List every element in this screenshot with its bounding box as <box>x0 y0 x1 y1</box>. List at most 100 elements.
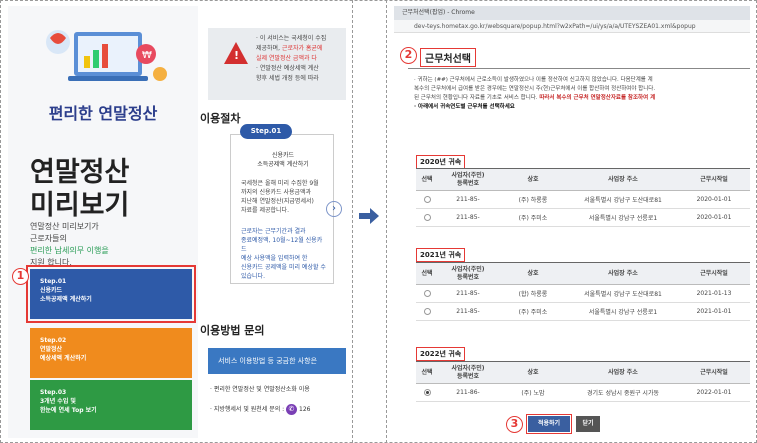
flow-arrow-icon <box>359 208 379 224</box>
step-label: 연말정산 <box>40 346 63 353</box>
col-select: 선택 <box>416 361 438 384</box>
cell-date: 2020-01-01 <box>678 190 750 209</box>
col-regno: 사업자(주민) 등록번호 <box>438 361 498 384</box>
popup-intro: · 귀하는 (##) 근무처에서 근로소득이 발생하였으나 이를 정산하여 신고… <box>414 76 750 112</box>
browser-url-bar[interactable]: dev-teys.hometax.go.kr/websquare/popup.h… <box>394 20 750 33</box>
radio-button[interactable] <box>423 214 431 221</box>
col-name: 상호 <box>498 262 568 285</box>
table-row[interactable]: 211-85- (합) 하롱롱 서울특별시 강남구 도산대로81 2021-01… <box>416 284 750 303</box>
highlight-box-step1 <box>26 265 196 323</box>
notice-line: · 연말정산 예상세액 계산 <box>256 65 319 72</box>
table-row[interactable]: 211-85- (주) 주미소 서울특별시 강남구 선릉로1 2021-01-0… <box>416 302 750 321</box>
workplace-table-2022: 선택 사업자(주민) 등록번호 상호 사업장 주소 근무시작일 211-86- (… <box>416 361 750 402</box>
warning-icon-mark: ! <box>234 49 240 62</box>
phone-icon: ✆ <box>286 404 298 415</box>
cell-date: 2021-01-01 <box>678 302 750 321</box>
card-line: 까지의 신용카드 사용금액과 <box>241 189 312 196</box>
chevron-right-icon[interactable]: › <box>326 201 342 217</box>
notice-line-red: 실제 연말정산 금액과 다 <box>256 55 317 62</box>
cs-item-label: · 지방행세서 및 원천세 문의 : <box>210 406 285 413</box>
cell-regno: 211-85- <box>438 284 498 303</box>
workplace-table-2021: 선택 사업자(주민) 등록번호 상호 사업장 주소 근무시작일 211-85- (… <box>416 262 750 321</box>
step-label: Step.03 <box>40 389 67 396</box>
intro-span: 된 근무처의 현황입니다 자료를 기초로 서비스 합니다. <box>414 95 538 101</box>
close-button[interactable]: 닫기 <box>576 416 600 432</box>
step2-tax-estimate-button[interactable]: Step.02 연말정산 예상세액 계산하기 <box>30 328 192 378</box>
cell-radio[interactable] <box>416 190 438 209</box>
cell-address: 서울특별시 강남구 선릉로1 <box>568 208 678 227</box>
browser-title-bar: 근무처선택(팝업) - Chrome <box>394 6 750 20</box>
cell-regno: 211-85- <box>438 190 498 209</box>
callout-badge-1: 1 <box>12 268 29 285</box>
table-row[interactable]: 211-85- (주) 주미소 서울특별시 강남구 선릉로1 2020-01-0… <box>416 208 750 227</box>
card-paragraph-2: 근로자는 근무기간과 결과 종료예정액, 10월~12월 신용카드 예상 사용액… <box>241 227 327 281</box>
intro-line-bold: · 아래에서 귀속연도별 근무처를 선택하세요 <box>414 104 515 110</box>
intro-line: 된 근무처의 현황입니다 자료를 기초로 서비스 합니다. 따라서 복수의 근무… <box>414 94 750 103</box>
radio-button[interactable] <box>423 308 431 315</box>
table-header: 선택 사업자(주민) 등록번호 상호 사업장 주소 근무시작일 <box>416 361 750 384</box>
usage-procedure-title: 이용절차 <box>200 112 241 125</box>
card-line: 있습니다. <box>241 273 265 280</box>
cell-name: (주) 주미소 <box>498 302 568 321</box>
card-paragraph-1: 국세청은 올해 미리 수집한 9월 까지의 신용카드 사용금액과 지난해 연말정… <box>241 179 327 215</box>
cell-date: 2022-01-01 <box>678 383 750 402</box>
main-content: ! · 이 서비스는 국세청이 수집 제공하며, 근로자가 홈균에 실제 연말정… <box>200 6 346 438</box>
notice-line: · 이 서비스는 국세청이 수집 <box>256 35 327 42</box>
card-line: 자료를 제공합니다. <box>241 207 289 214</box>
card-line: 종료예정액, 10월~12월 신용카드 <box>241 237 323 253</box>
notice-text: · 이 서비스는 국세청이 수집 제공하며, 근로자가 홈균에 실제 연말정산 … <box>256 34 346 84</box>
cell-name: (주) 주미소 <box>498 208 568 227</box>
apply-button[interactable]: 적용하기 <box>526 414 572 434</box>
intro-span-red: 따라서 복수의 근무처 연말정산자료를 참조하여 계 <box>539 95 656 101</box>
step-label: 한눈에 연세 Top 보기 <box>40 407 97 414</box>
divider <box>408 68 750 69</box>
col-name: 상호 <box>498 361 568 384</box>
desc-line: 근로자들의 <box>30 234 67 243</box>
cell-radio[interactable] <box>416 208 438 227</box>
intro-line: · 귀하는 (##) 근무처에서 근로소득이 발생하였으나 이를 정산하여 신고… <box>414 77 653 83</box>
notice-span: 제공하며, <box>256 45 280 52</box>
card-title: 신용카드 소득공제액 계산하기 <box>231 151 335 169</box>
cell-regno: 211-85- <box>438 208 498 227</box>
svg-text:₩: ₩ <box>142 50 152 61</box>
cell-radio[interactable] <box>416 383 438 402</box>
page-title-line-2: 미리보기 <box>30 190 130 221</box>
cell-radio[interactable] <box>416 302 438 321</box>
left-sidebar: ₩ 편리한 연말정산 연말정산 미리보기 연말정산 미리보기가 근로자들의 편리… <box>8 6 198 438</box>
radio-button[interactable] <box>423 196 431 203</box>
card-line: 근로자는 근무기간과 결과 <box>241 228 306 235</box>
window-title: 근무처선택(팝업) - Chrome <box>402 9 475 16</box>
col-address: 사업장 주소 <box>568 361 678 384</box>
divider-right <box>386 0 387 443</box>
cell-address: 경기도 성남시 중원구 시가동 <box>568 383 678 402</box>
desc-line: 연말정산 미리보기가 <box>30 222 99 231</box>
step-label: 3개년 수입 및 <box>40 398 76 405</box>
table-row[interactable]: 211-86- (주) 노맘 경기도 성남시 중원구 시가동 2022-01-0… <box>416 383 750 402</box>
col-name: 상호 <box>498 168 568 191</box>
cs-item: · 편리한 연말정산 및 연말정산소화 이용 <box>210 386 310 393</box>
service-brand-title: 편리한 연말정산 <box>48 104 158 123</box>
page-title-line-1: 연말정산 <box>30 157 130 188</box>
popup-title: 근무처선택 <box>420 48 476 67</box>
url-text: dev-teys.hometax.go.kr/websquare/popup.h… <box>414 23 696 30</box>
notice-span-red: 근로자가 홈균에 <box>281 45 323 52</box>
callout-badge-2: 2 <box>400 47 417 64</box>
col-start-date: 근무시작일 <box>678 262 750 285</box>
col-select: 선택 <box>416 262 438 285</box>
cs-phone-number: 126 <box>299 406 311 413</box>
cell-name: (주) 노맘 <box>498 383 568 402</box>
radio-button-selected[interactable] <box>423 389 431 396</box>
cell-radio[interactable] <box>416 284 438 303</box>
step-card: 신용카드 소득공제액 계산하기 국세청은 올해 미리 수집한 9월 까지의 신용… <box>230 134 334 284</box>
radio-button[interactable] <box>423 290 431 297</box>
customer-service-banner: 서비스 이용방법 등 궁금한 사항은 <box>208 348 346 374</box>
step3-three-year-button[interactable]: Step.03 3개년 수입 및 한눈에 연세 Top 보기 <box>30 380 192 430</box>
inquiry-title: 이용방법 문의 <box>200 324 265 337</box>
year-tag-2021: 2021년 귀속 <box>416 248 466 262</box>
cs-item-phone: · 지방행세서 및 원천세 문의 : ✆ 126 <box>210 404 346 415</box>
col-start-date: 근무시작일 <box>678 361 750 384</box>
notice-line: 제공하며, 근로자가 홈균에 <box>256 44 346 54</box>
table-row[interactable]: 211-85- (주) 하롱롱 서울특별시 강남구 도산대로81 2020-01… <box>416 190 750 209</box>
year-tag-2020: 2020년 귀속 <box>416 155 466 169</box>
col-address: 사업장 주소 <box>568 262 678 285</box>
